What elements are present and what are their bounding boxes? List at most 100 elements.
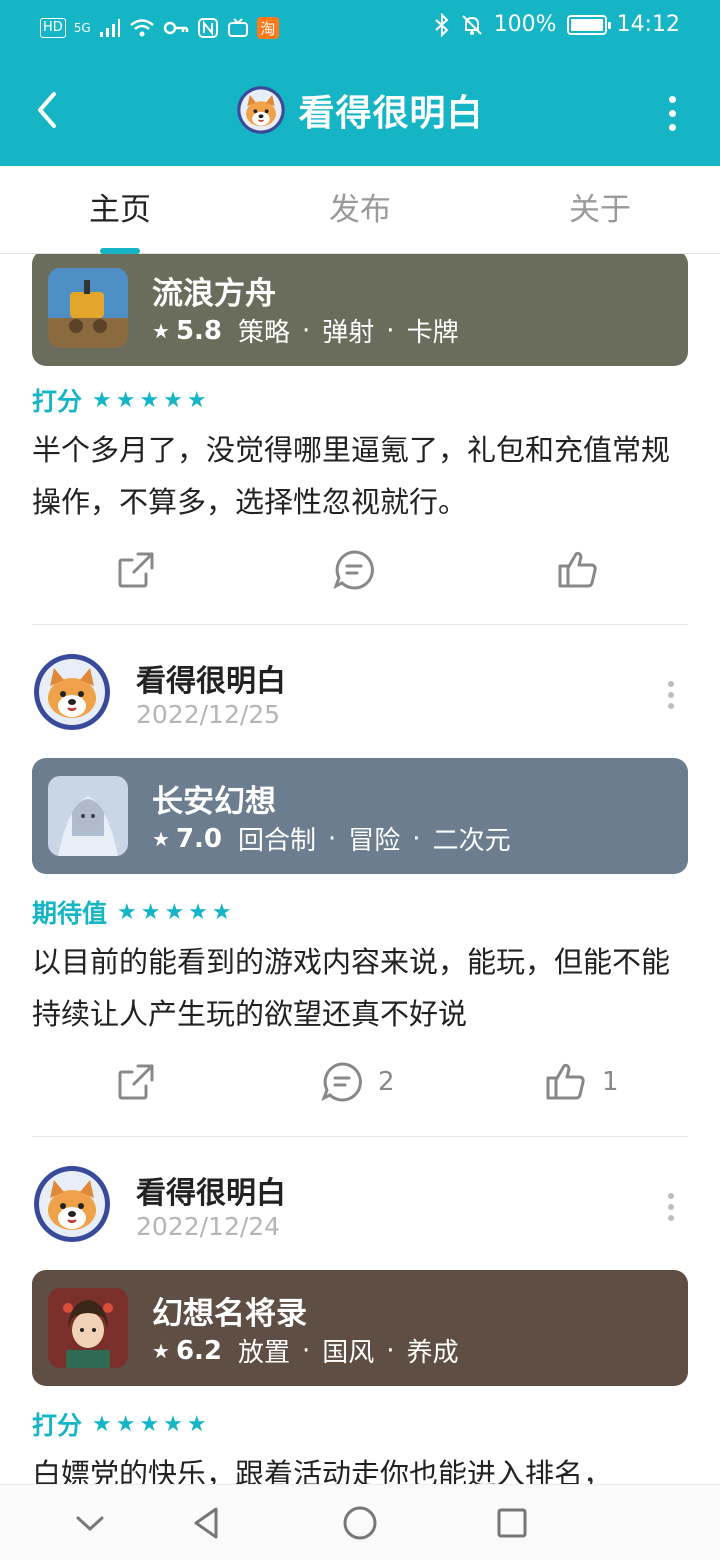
star-icon: ★ bbox=[152, 318, 170, 343]
game-card[interactable]: 长安幻想 ★ 7.0 回合制 · 冒险 · 二次元 bbox=[32, 758, 688, 874]
review-text[interactable]: 以目前的能看到的游戏内容来说，能玩，但能不能持续让人产生玩的欲望还真不好说 bbox=[32, 936, 692, 1040]
rating-label: 打分 bbox=[32, 387, 83, 416]
author-name[interactable]: 看得很明白 bbox=[136, 656, 286, 700]
tab-bar: 主页 发布 关于 bbox=[0, 166, 720, 254]
share-icon bbox=[118, 552, 154, 588]
review-text[interactable]: 白嫖党的快乐，跟着活动走你也能进入排名， bbox=[32, 1448, 692, 1484]
game-tag: 国风 bbox=[322, 1338, 375, 1368]
like-count: 1 bbox=[602, 1067, 619, 1097]
game-tag: 回合制 bbox=[238, 826, 317, 856]
mute-bell-icon bbox=[461, 14, 482, 35]
tv-icon bbox=[227, 18, 248, 37]
post-actions: 2 1 bbox=[0, 1052, 720, 1112]
rating-label: 打分 bbox=[32, 1411, 83, 1440]
game-tag: 二次元 bbox=[432, 826, 511, 856]
share-button[interactable] bbox=[114, 1052, 158, 1112]
tag-separator: · bbox=[302, 1335, 311, 1366]
comment-icon bbox=[321, 1062, 362, 1102]
rating-stars: ★★★★★ bbox=[92, 1411, 211, 1437]
comment-button[interactable] bbox=[332, 540, 390, 600]
battery-percent: 100% bbox=[493, 12, 557, 37]
rating-row: 打分 ★★★★★ bbox=[32, 382, 211, 418]
game-tag: 策略 bbox=[238, 318, 291, 348]
game-icon bbox=[48, 268, 128, 348]
nav-recents-icon[interactable] bbox=[492, 1503, 532, 1543]
status-bar: HD 5G 淘 100% 14:12 bbox=[0, 0, 720, 56]
battery-icon bbox=[566, 14, 611, 35]
wifi-icon bbox=[129, 19, 154, 37]
game-card[interactable]: 幻想名将录 ★ 6.2 放置 · 国风 · 养成 bbox=[32, 1270, 688, 1386]
avatar[interactable] bbox=[32, 652, 112, 732]
game-card[interactable]: 流浪方舟 ★ 5.8 策略 · 弹射 · 卡牌 bbox=[32, 254, 688, 366]
comment-icon bbox=[333, 550, 374, 590]
post-date: 2022/12/25 bbox=[136, 700, 281, 729]
game-name: 幻想名将录 bbox=[152, 1296, 307, 1332]
avatar[interactable] bbox=[236, 85, 286, 135]
game-meta: ★ 6.2 放置 · 国风 · 养成 bbox=[152, 1332, 459, 1369]
thumbs-up-icon bbox=[558, 551, 597, 588]
rating-label: 期待值 bbox=[32, 899, 108, 928]
more-options-icon[interactable] bbox=[662, 92, 682, 132]
game-meta: ★ 7.0 回合制 · 冒险 · 二次元 bbox=[152, 820, 511, 857]
review-text[interactable]: 半个多月了，没觉得哪里逼氪了，礼包和充值常规操作，不算多，选择性忽视就行。 bbox=[32, 424, 692, 528]
clock: 14:12 bbox=[616, 12, 680, 37]
post-feed[interactable]: 流浪方舟 ★ 5.8 策略 · 弹射 · 卡牌 打分 ★★★★★ 半个多月了，没… bbox=[0, 254, 720, 1484]
game-score: 7.0 bbox=[175, 823, 222, 854]
rating-stars: ★★★★★ bbox=[92, 387, 211, 413]
game-tag: 养成 bbox=[406, 1338, 459, 1368]
tag-separator: · bbox=[328, 823, 337, 854]
avatar[interactable] bbox=[32, 1164, 112, 1244]
game-icon bbox=[48, 1288, 128, 1368]
taobao-icon: 淘 bbox=[256, 17, 279, 39]
game-tag: 冒险 bbox=[348, 826, 401, 856]
bluetooth-icon bbox=[435, 12, 449, 37]
nfc-icon bbox=[197, 18, 218, 38]
game-score: 6.2 bbox=[175, 1335, 222, 1366]
post-more-icon[interactable] bbox=[666, 1193, 676, 1223]
app-bar: 看得很明白 bbox=[0, 56, 720, 166]
game-score: 5.8 bbox=[175, 315, 222, 346]
comment-count: 2 bbox=[378, 1067, 395, 1097]
status-right-icons: 100% 14:12 bbox=[434, 12, 680, 37]
nav-back-icon[interactable] bbox=[186, 1503, 226, 1543]
hd-icon: HD bbox=[40, 18, 66, 38]
tab-publish[interactable]: 发布 bbox=[240, 166, 480, 254]
like-button[interactable] bbox=[556, 540, 614, 600]
rating-stars: ★★★★★ bbox=[117, 899, 236, 925]
star-icon: ★ bbox=[152, 826, 170, 851]
share-button[interactable] bbox=[114, 540, 158, 600]
tag-separator: · bbox=[412, 823, 421, 854]
game-tag: 放置 bbox=[238, 1338, 291, 1368]
game-tag: 卡牌 bbox=[406, 318, 459, 348]
game-icon bbox=[48, 776, 128, 856]
share-icon bbox=[118, 1064, 154, 1100]
rating-row: 打分 ★★★★★ bbox=[32, 1406, 211, 1442]
game-name: 流浪方舟 bbox=[152, 276, 276, 312]
signal-icon bbox=[99, 19, 120, 37]
post-more-icon[interactable] bbox=[666, 681, 676, 711]
game-name: 长安幻想 bbox=[152, 784, 276, 820]
tab-about[interactable]: 关于 bbox=[480, 166, 720, 254]
5g-icon: 5G bbox=[73, 21, 91, 35]
comment-button[interactable]: 2 bbox=[320, 1052, 395, 1112]
post-date: 2022/12/24 bbox=[136, 1212, 281, 1241]
chevron-down-icon[interactable] bbox=[70, 1503, 110, 1543]
like-button[interactable]: 1 bbox=[544, 1052, 619, 1112]
post-divider bbox=[32, 1136, 688, 1137]
status-left-icons: HD 5G 淘 bbox=[40, 14, 279, 42]
post-divider bbox=[32, 624, 688, 625]
header-title-group: 看得很明白 bbox=[0, 84, 720, 136]
tag-separator: · bbox=[386, 315, 395, 346]
key-icon bbox=[163, 21, 188, 35]
game-tag: 弹射 bbox=[322, 318, 375, 348]
nav-home-icon[interactable] bbox=[340, 1503, 380, 1543]
tag-separator: · bbox=[302, 315, 311, 346]
post-actions bbox=[0, 540, 720, 600]
system-nav-bar bbox=[0, 1484, 720, 1560]
game-meta: ★ 5.8 策略 · 弹射 · 卡牌 bbox=[152, 312, 459, 349]
page-title: 看得很明白 bbox=[298, 93, 484, 134]
tab-home[interactable]: 主页 bbox=[0, 166, 240, 254]
author-name[interactable]: 看得很明白 bbox=[136, 1168, 286, 1212]
thumbs-up-icon bbox=[546, 1063, 585, 1100]
rating-row: 期待值 ★★★★★ bbox=[32, 894, 236, 930]
